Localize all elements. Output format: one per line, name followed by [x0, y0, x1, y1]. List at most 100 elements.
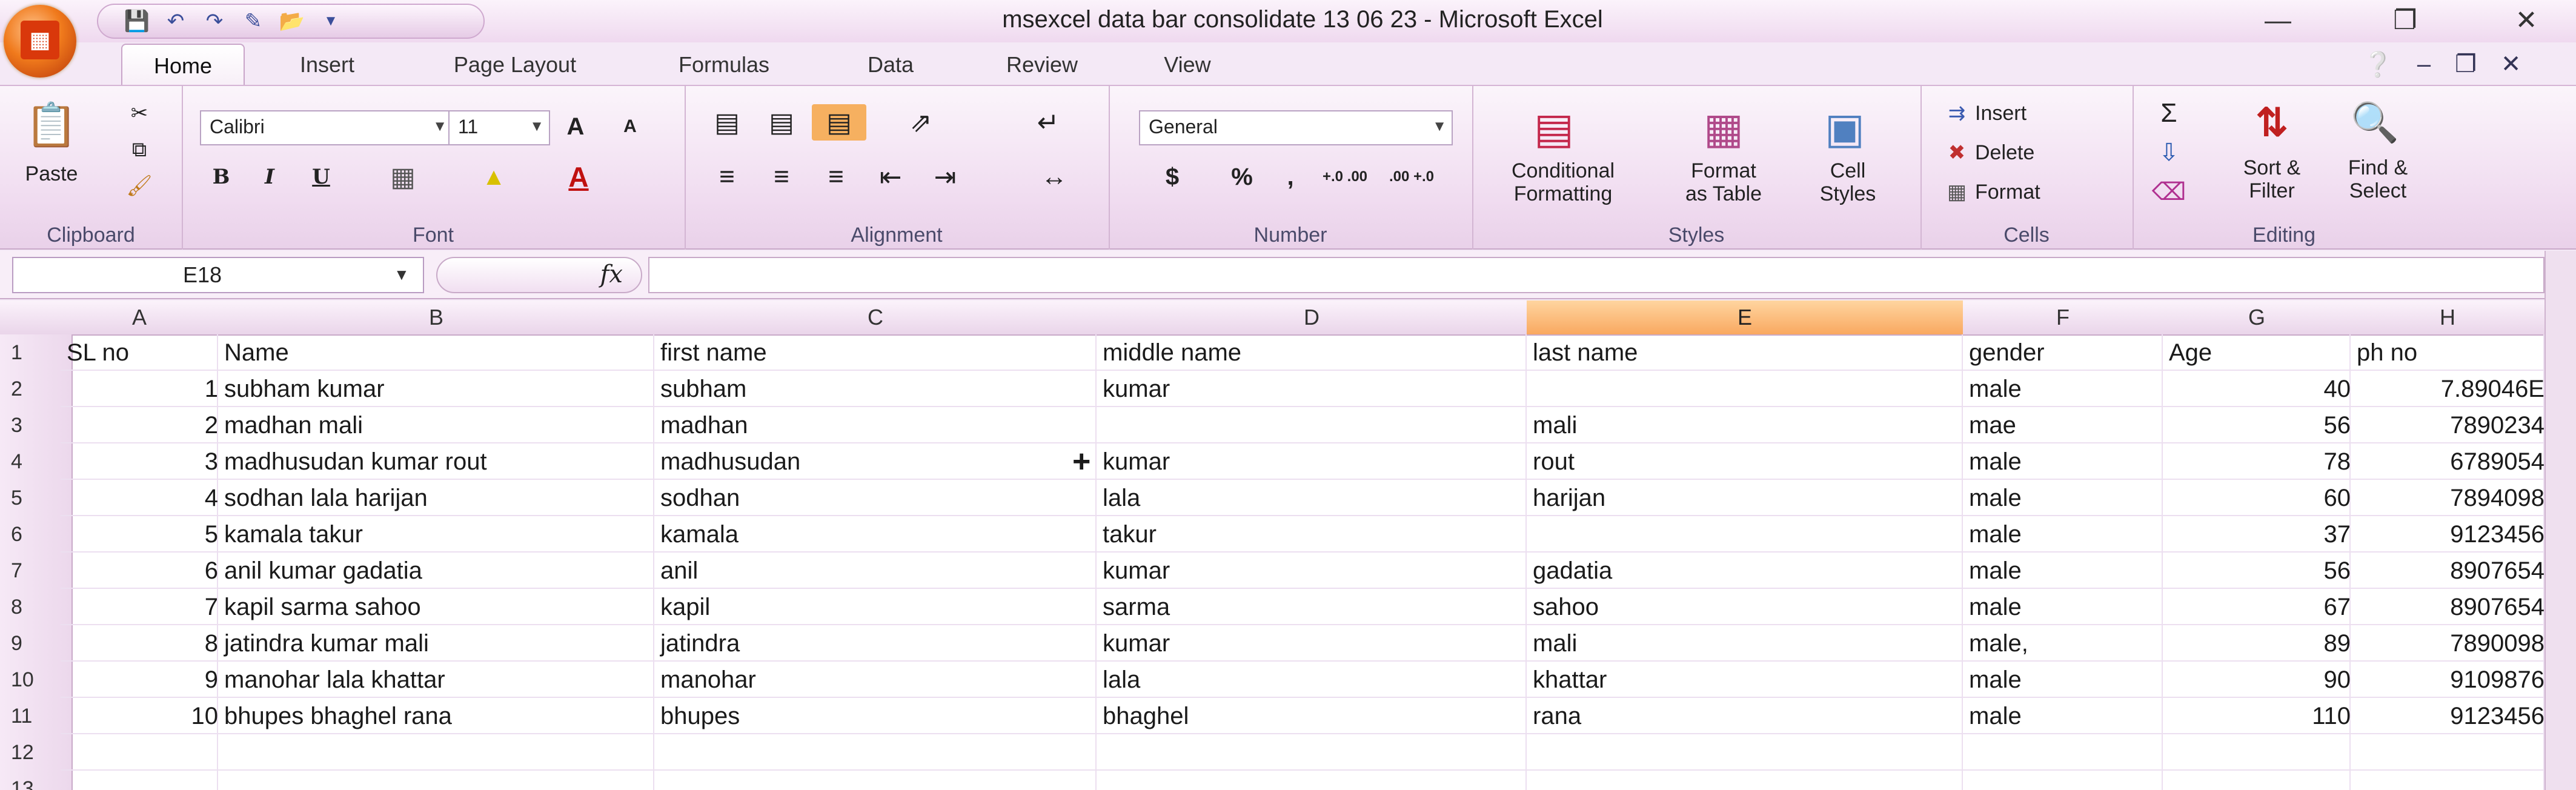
table-cell[interactable]: 56: [2163, 407, 2357, 443]
save-icon[interactable]: 💾: [122, 8, 151, 35]
table-cell[interactable]: takur: [1097, 516, 1533, 553]
column-header-e[interactable]: E: [1527, 300, 1964, 336]
font-name-select[interactable]: Calibri ▼: [200, 110, 453, 145]
table-cell[interactable]: sodhan lala harijan: [218, 480, 660, 516]
fill-color-icon[interactable]: ▲: [460, 159, 527, 195]
table-cell[interactable]: 56: [2163, 553, 2357, 589]
column-header-h[interactable]: H: [2351, 300, 2544, 336]
table-cell[interactable]: 7890098: [2351, 625, 2544, 662]
row-header-12[interactable]: 12: [0, 734, 73, 772]
table-cell[interactable]: 6789054: [2351, 443, 2544, 480]
open-folder-icon[interactable]: 📂: [277, 8, 307, 35]
clear-icon[interactable]: ✎: [239, 8, 268, 35]
header-cell[interactable]: Age: [2163, 334, 2357, 371]
table-cell[interactable]: gadatia: [1527, 553, 1969, 589]
column-header-c[interactable]: C: [654, 300, 1098, 336]
column-header-g[interactable]: G: [2163, 300, 2352, 336]
undo-icon[interactable]: ↶: [161, 8, 190, 35]
fill-icon[interactable]: ⇩: [2145, 138, 2193, 168]
paste-icon[interactable]: 📋: [18, 98, 85, 153]
table-cell[interactable]: 9123456: [2351, 516, 2544, 553]
table-cell[interactable]: 78: [2163, 443, 2357, 480]
find-select-line2[interactable]: Select: [2326, 179, 2429, 203]
row-header-13[interactable]: 13: [0, 771, 73, 790]
column-header-f[interactable]: F: [1963, 300, 2164, 336]
align-center-icon[interactable]: ≡: [757, 159, 806, 195]
table-cell[interactable]: rana: [1527, 698, 1969, 734]
tab-page-layout[interactable]: Page Layout: [418, 44, 612, 86]
tab-view[interactable]: View: [1139, 44, 1236, 86]
align-middle-icon[interactable]: ▤: [757, 104, 806, 141]
tab-review[interactable]: Review: [981, 44, 1103, 86]
grow-font-button[interactable]: A: [551, 110, 600, 143]
underline-button[interactable]: U: [297, 159, 345, 195]
currency-button[interactable]: $: [1139, 159, 1206, 195]
increase-indent-icon[interactable]: ⇥: [921, 159, 969, 195]
table-cell[interactable]: subham kumar: [218, 371, 660, 407]
increase-decimal-button[interactable]: +.0 .00: [1315, 159, 1375, 195]
customize-qat-icon[interactable]: ▼: [316, 8, 345, 35]
align-bottom-icon[interactable]: ▤: [812, 104, 866, 141]
table-cell[interactable]: 9: [61, 662, 224, 698]
insert-cells-button[interactable]: Insert: [1975, 98, 2096, 128]
decrease-indent-icon[interactable]: ⇤: [866, 159, 915, 195]
cut-icon[interactable]: ✂: [121, 98, 158, 128]
close-workbook-icon[interactable]: ✕: [2501, 50, 2521, 78]
decrease-decimal-button[interactable]: .00 +.0: [1381, 159, 1442, 195]
table-cell[interactable]: male: [1963, 371, 2169, 407]
font-color-button[interactable]: A: [545, 159, 612, 195]
table-cell[interactable]: 40: [2163, 371, 2357, 407]
table-cell[interactable]: madhan: [654, 407, 1103, 443]
merge-center-icon[interactable]: ↔: [1024, 159, 1084, 195]
sort-filter-line2[interactable]: Filter: [2217, 179, 2326, 203]
wrap-text-icon[interactable]: ↵: [1024, 104, 1072, 141]
select-all-corner[interactable]: [0, 300, 62, 336]
table-cell[interactable]: 7890234: [2351, 407, 2544, 443]
table-cell[interactable]: sarma: [1097, 589, 1533, 625]
column-header-a[interactable]: A: [61, 300, 219, 336]
copy-icon[interactable]: ⧉: [121, 134, 158, 165]
format-as-table-line1[interactable]: Format: [1660, 159, 1787, 183]
table-cell[interactable]: lala: [1097, 480, 1533, 516]
table-cell[interactable]: 4: [61, 480, 224, 516]
sort-filter-line1[interactable]: Sort &: [2217, 156, 2326, 180]
restore-icon[interactable]: ❐: [2369, 2, 2442, 39]
delete-cells-button[interactable]: Delete: [1975, 138, 2096, 168]
percent-button[interactable]: %: [1218, 159, 1266, 195]
table-cell[interactable]: kamala: [654, 516, 1103, 553]
table-cell[interactable]: 8907654: [2351, 589, 2544, 625]
clear-icon[interactable]: ⌫: [2145, 177, 2193, 207]
minimize-workbook-icon[interactable]: –: [2417, 51, 2431, 78]
table-cell[interactable]: male: [1963, 516, 2169, 553]
header-cell[interactable]: Name: [218, 334, 660, 371]
orientation-icon[interactable]: ⇗: [885, 104, 957, 141]
table-cell[interactable]: 67: [2163, 589, 2357, 625]
table-cell[interactable]: bhupes: [654, 698, 1103, 734]
header-cell[interactable]: first name: [654, 334, 1103, 371]
header-cell[interactable]: SL no: [61, 334, 224, 371]
cell-styles-line2[interactable]: Styles: [1799, 182, 1896, 206]
borders-icon[interactable]: ▦: [363, 159, 442, 195]
column-header-d[interactable]: D: [1097, 300, 1528, 336]
table-cell[interactable]: 8: [61, 625, 224, 662]
align-right-icon[interactable]: ≡: [812, 159, 860, 195]
tab-home[interactable]: Home: [121, 44, 245, 87]
table-cell[interactable]: 60: [2163, 480, 2357, 516]
table-cell[interactable]: khattar: [1527, 662, 1969, 698]
comma-button[interactable]: ,: [1272, 159, 1309, 195]
table-cell[interactable]: 5: [61, 516, 224, 553]
vertical-scrollbar[interactable]: [2544, 251, 2576, 790]
table-cell[interactable]: sodhan: [654, 480, 1103, 516]
restore-workbook-icon[interactable]: ❐: [2455, 50, 2477, 78]
table-cell[interactable]: rout: [1527, 443, 1969, 480]
column-header-b[interactable]: B: [218, 300, 656, 336]
table-cell[interactable]: male: [1963, 662, 2169, 698]
redo-icon[interactable]: ↷: [200, 8, 229, 35]
table-cell[interactable]: bhaghel: [1097, 698, 1533, 734]
table-cell[interactable]: kumar: [1097, 625, 1533, 662]
format-painter-icon[interactable]: 🖌: [121, 171, 158, 201]
table-cell[interactable]: harijan: [1527, 480, 1969, 516]
align-top-icon[interactable]: ▤: [703, 104, 751, 141]
table-cell[interactable]: bhupes bhaghel rana: [218, 698, 660, 734]
table-cell[interactable]: 89: [2163, 625, 2357, 662]
